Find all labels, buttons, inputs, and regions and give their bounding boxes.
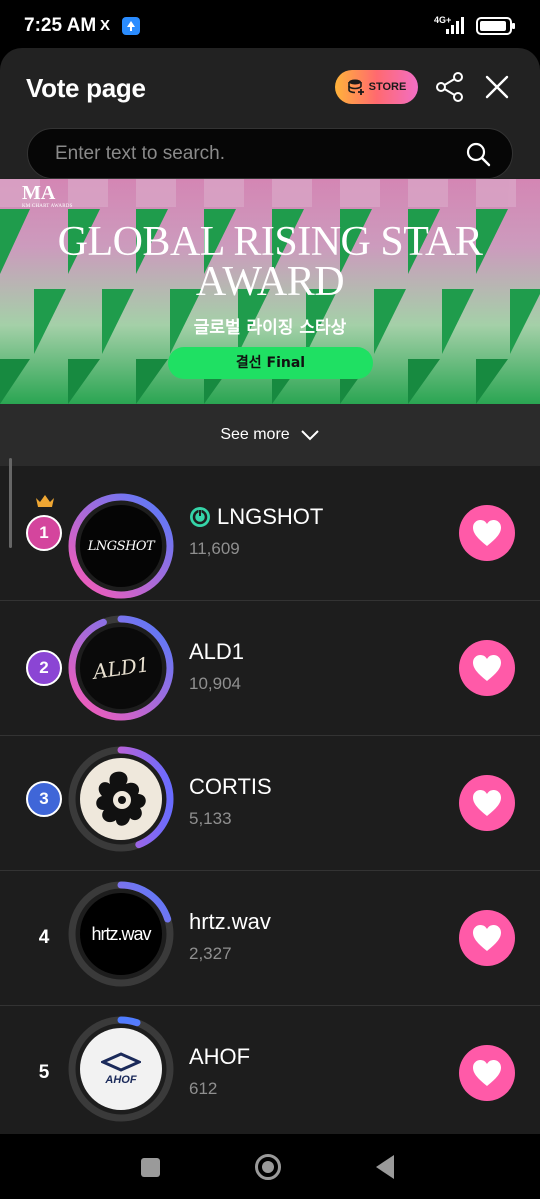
ranking-row[interactable]: 1 LNGSHOT LNGSHOT 11,609 xyxy=(0,466,540,601)
heart-icon xyxy=(473,520,501,546)
vote-heart-button[interactable] xyxy=(459,1045,515,1101)
status-bar: 7:25 AM X 4G+ xyxy=(0,0,540,48)
page-title: Vote page xyxy=(26,73,146,103)
coin-stack-icon xyxy=(347,79,364,95)
avatar-logo-text: hrtz.wav xyxy=(91,923,151,944)
artist-name: CORTIS xyxy=(189,774,272,799)
vote-sheet: Vote page STORE Enter text to search. MA… xyxy=(0,48,540,1134)
avatar-wrap: LNGSHOT xyxy=(66,491,176,601)
rank-badge: 1 xyxy=(26,515,62,551)
banner-korean-title: 글로벌 라이징 스타상 xyxy=(193,318,347,338)
avatar-logo-text: ALD1 xyxy=(91,652,151,684)
avatar-logo-text: AHOF xyxy=(105,1074,137,1086)
cortis-logo-icon xyxy=(96,771,146,826)
heart-icon xyxy=(473,1060,501,1086)
avatar xyxy=(80,758,162,840)
final-round-pill: 결선 Final xyxy=(168,347,373,379)
verified-icon xyxy=(190,507,210,527)
artist-name-line: CORTIS xyxy=(189,774,272,800)
recents-button[interactable] xyxy=(141,1158,160,1177)
avatar-wrap xyxy=(66,744,176,854)
vote-heart-button[interactable] xyxy=(459,910,515,966)
share-icon[interactable] xyxy=(434,71,466,103)
award-banner[interactable]: MA KM CHART AWARDS GLOBAL RISING STAR AW… xyxy=(0,179,540,404)
artist-name-line: hrtz.wav xyxy=(189,909,271,935)
see-more-button[interactable]: See more xyxy=(0,404,540,466)
ahof-logo-icon xyxy=(101,1052,141,1072)
store-button[interactable]: STORE xyxy=(335,70,418,104)
vote-count: 10,904 xyxy=(189,674,241,693)
heart-icon xyxy=(473,655,501,681)
artist-name: LNGSHOT xyxy=(217,504,324,529)
search-input[interactable] xyxy=(55,142,455,166)
vote-heart-button[interactable] xyxy=(459,775,515,831)
home-button[interactable] xyxy=(255,1154,281,1180)
vote-count: 5,133 xyxy=(189,809,232,828)
banner-title-line1: GLOBAL RISING STAR xyxy=(57,219,483,265)
avatar-wrap: AHOF xyxy=(66,1014,176,1124)
rank-number: 5 xyxy=(38,1062,50,1083)
artist-name-line: AHOF xyxy=(189,1044,250,1070)
avatar: AHOF xyxy=(80,1028,162,1110)
banner-title: GLOBAL RISING STAR AWARD xyxy=(0,219,540,305)
artist-name-line: ALD1 xyxy=(189,639,244,665)
store-label: STORE xyxy=(368,81,407,93)
artist-name: ALD1 xyxy=(189,639,245,664)
status-time: 7:25 AM xyxy=(24,15,97,36)
logo-subtext: KM CHART AWARDS xyxy=(22,204,73,209)
vote-count: 2,327 xyxy=(189,944,232,963)
ranking-row[interactable]: 3 CORTIS 5,133 xyxy=(0,736,540,871)
avatar: LNGSHOT xyxy=(80,505,162,587)
close-icon[interactable] xyxy=(482,72,512,102)
rank-badge: 3 xyxy=(26,781,62,817)
x-app-icon: X xyxy=(100,17,111,34)
back-button[interactable] xyxy=(376,1155,394,1179)
vote-heart-button[interactable] xyxy=(459,505,515,561)
ranking-row[interactable]: 2 ALD1 ALD1 10,904 xyxy=(0,601,540,736)
upload-notification-icon xyxy=(122,17,140,35)
ranking-list[interactable]: 1 LNGSHOT LNGSHOT 11,609 2 ALD1 ALD1 10,… xyxy=(0,458,540,1134)
heart-icon xyxy=(473,790,501,816)
vote-count: 11,609 xyxy=(189,539,240,558)
ranking-row[interactable]: 4 hrtz.wav hrtz.wav 2,327 xyxy=(0,871,540,1006)
banner-title-line2: AWARD xyxy=(195,259,345,305)
chevron-down-icon xyxy=(300,430,319,441)
logo-text: MA xyxy=(22,182,56,204)
rank-badge: 2 xyxy=(26,650,62,686)
banner-logo: MA KM CHART AWARDS xyxy=(22,183,73,209)
signal-icon xyxy=(446,16,468,34)
avatar-wrap: ALD1 xyxy=(66,613,176,723)
heart-icon xyxy=(473,925,501,951)
crown-icon xyxy=(36,495,54,507)
vote-count: 612 xyxy=(189,1079,218,1098)
avatar-wrap: hrtz.wav xyxy=(66,879,176,989)
rank-number: 4 xyxy=(38,927,50,948)
search-bar xyxy=(27,128,513,179)
battery-icon xyxy=(476,17,515,35)
artist-name: hrtz.wav xyxy=(189,909,271,934)
avatar: hrtz.wav xyxy=(80,893,162,975)
artist-name-line: LNGSHOT xyxy=(189,504,323,530)
ranking-row[interactable]: 5 AHOF AHOF 612 xyxy=(0,1006,540,1134)
avatar-logo-text: LNGSHOT xyxy=(87,538,155,554)
search-icon[interactable] xyxy=(465,141,491,167)
artist-name: AHOF xyxy=(189,1044,251,1069)
avatar: ALD1 xyxy=(80,627,162,709)
vote-heart-button[interactable] xyxy=(459,640,515,696)
see-more-label: See more xyxy=(220,426,290,443)
